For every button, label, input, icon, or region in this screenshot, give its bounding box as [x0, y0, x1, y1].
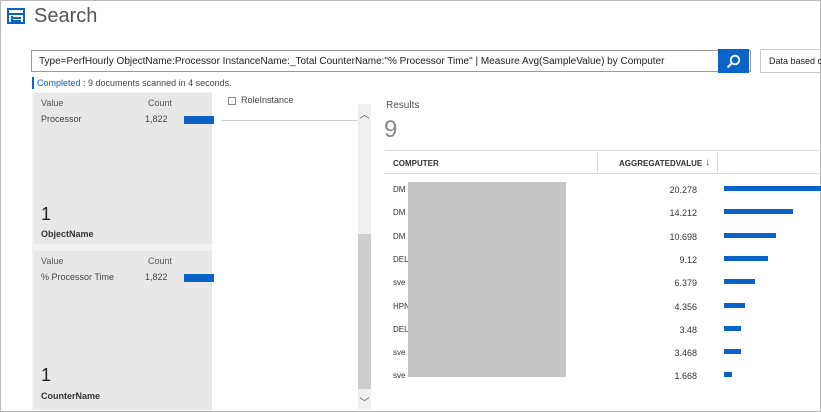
facet-value-label: Value: [41, 98, 64, 108]
status-detail: : 9 documents scanned in 4 seconds.: [80, 78, 232, 88]
roleinstance-checkbox[interactable]: [228, 97, 236, 105]
facet-objectname: Value Count Processor 1,822 1 ObjectName: [34, 93, 214, 244]
facet-count-label: Count: [148, 256, 173, 266]
aggregatedvalue-cell: 4.356: [674, 301, 697, 312]
divider: [222, 120, 358, 121]
value-bar: [724, 255, 768, 261]
search-list-icon: [7, 8, 25, 24]
facet-row-count: 1,822: [145, 114, 168, 124]
aggregatedvalue-cell: 3.468: [674, 348, 697, 359]
status-completed: Completed: [37, 78, 81, 88]
magnifier-icon: [726, 54, 741, 68]
page-title: Search: [34, 4, 98, 27]
computer-cell: sve: [393, 278, 406, 288]
aggregatedvalue-cell: 1.668: [674, 371, 697, 382]
aggregatedvalue-cell: 6.379: [674, 278, 697, 289]
results-title: Results: [386, 100, 420, 111]
facet-value-label: Value: [41, 256, 64, 266]
computer-cell: sve: [393, 348, 406, 358]
computer-cell: sve: [393, 371, 406, 381]
computer-cell: DM: [393, 231, 406, 241]
aggregatedvalue-cell: 10.698: [669, 231, 697, 242]
value-bar: [724, 302, 745, 308]
facet-row-bar: [184, 116, 214, 124]
search-query-text[interactable]: Type=PerfHourly ObjectName:Processor Ins…: [32, 56, 730, 67]
facet-row-name: % Processor Time: [41, 272, 115, 282]
aggregatedvalue-cell: 14.212: [669, 208, 697, 219]
facet-row[interactable]: % Processor Time 1,822: [41, 272, 214, 282]
results-count: 9: [384, 116, 398, 143]
column-divider: [717, 153, 718, 173]
scrollbar-thumb[interactable]: [358, 234, 371, 389]
facet-list-middle: RoleInstance: [222, 92, 358, 411]
sort-descending-icon[interactable]: ↓: [705, 157, 710, 168]
app-window: Search Type=PerfHourly ObjectName:Proces…: [0, 0, 821, 412]
column-computer[interactable]: COMPUTER: [393, 159, 439, 168]
value-bar: [724, 232, 776, 238]
computer-cell: DM: [393, 208, 406, 218]
facet-row[interactable]: Processor 1,822: [41, 114, 214, 124]
facet-total: 1: [41, 204, 52, 224]
computer-cell: DEL: [393, 254, 409, 264]
column-aggregatedvalue[interactable]: AGGREGATEDVALUE: [619, 159, 702, 168]
redaction-block: [408, 182, 566, 377]
facet-header: Value Count: [41, 256, 206, 266]
column-divider: [597, 153, 598, 173]
value-bar: [724, 209, 793, 215]
search-button[interactable]: [718, 49, 749, 73]
roleinstance-label: RoleInstance: [241, 95, 294, 105]
aggregatedvalue-cell: 3.48: [679, 324, 697, 335]
chevron-down-icon[interactable]: ﹀: [358, 394, 371, 409]
page-header: Search: [7, 1, 97, 31]
computer-cell: DM: [393, 185, 406, 194]
facet-countername: Value Count % Processor Time 1,822 1 Cou…: [34, 251, 214, 409]
facet-field-name: ObjectName: [41, 229, 94, 239]
value-bar: [724, 279, 755, 285]
facet-header: Value Count: [41, 98, 206, 108]
data-based-dropdown[interactable]: Data based c: [760, 49, 821, 73]
value-bar: [724, 372, 732, 378]
value-bar: [724, 186, 821, 191]
value-bar: [724, 349, 741, 355]
facet-field-name: CounterName: [41, 391, 101, 401]
aggregatedvalue-cell: 9.12: [679, 254, 697, 265]
facet-row-name: Processor: [41, 114, 82, 124]
facet-count-label: Count: [148, 98, 173, 108]
table-header: COMPUTER AGGREGATEDVALUE ↓: [385, 150, 821, 174]
aggregatedvalue-cell: 20.278: [669, 185, 697, 195]
facet-row-bar: [184, 274, 214, 282]
value-bar: [724, 325, 741, 331]
computer-cell: DEL: [393, 324, 409, 334]
status-message: Completed : 9 documents scanned in 4 sec…: [32, 77, 232, 89]
search-query-input[interactable]: Type=PerfHourly ObjectName:Processor Ins…: [31, 50, 751, 72]
facet-row-count: 1,822: [145, 272, 168, 282]
chevron-up-icon[interactable]: ︿: [358, 106, 371, 121]
facet-total: 1: [41, 365, 52, 385]
